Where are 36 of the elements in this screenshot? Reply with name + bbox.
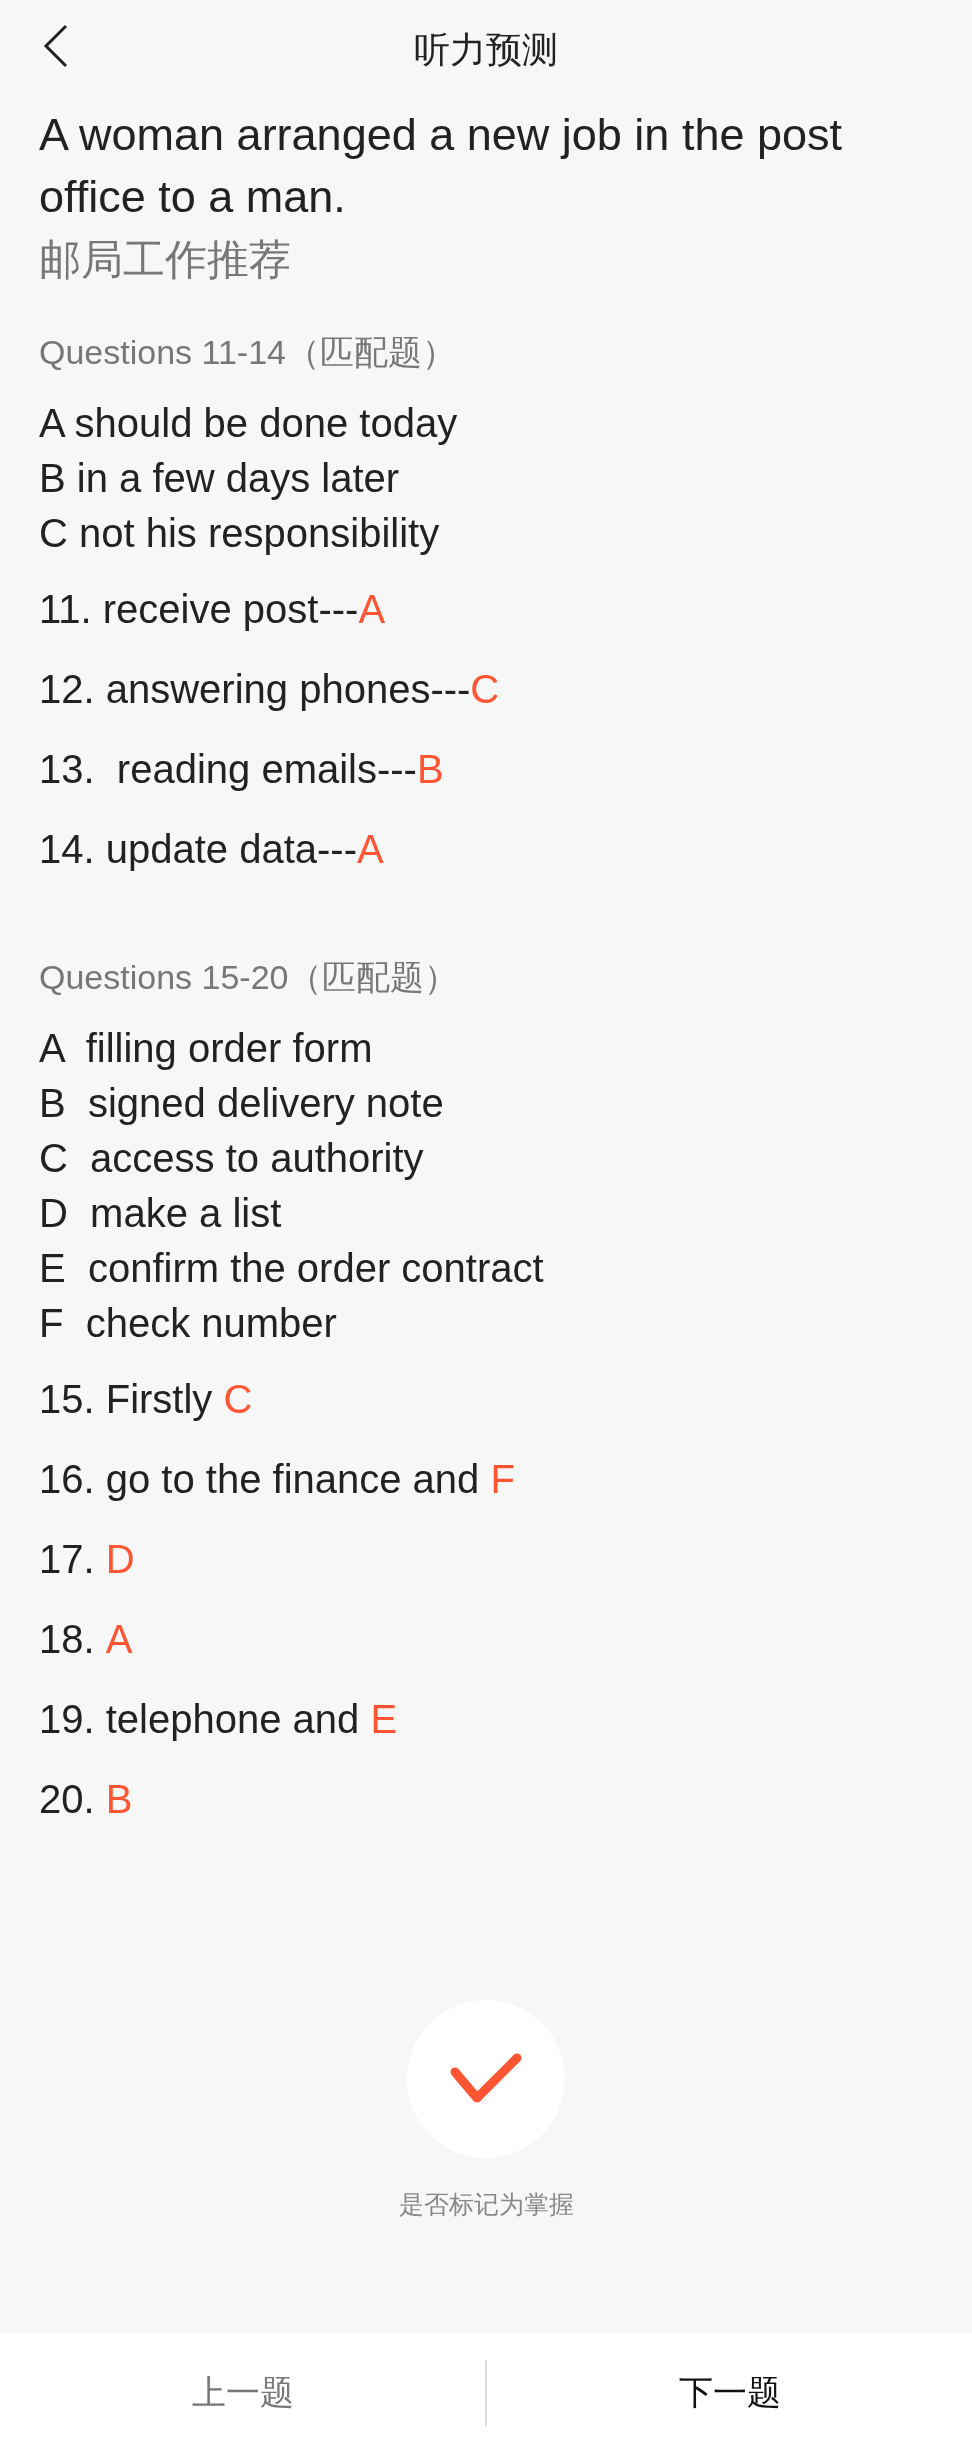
- answer-text: D: [105, 1536, 135, 1583]
- mastered-label: 是否标记为掌握: [398, 2188, 574, 2221]
- option-text: B in a few days later: [39, 455, 401, 502]
- answer-text: A: [358, 586, 386, 633]
- section-heading: Questions 15-20（匹配题）: [39, 957, 460, 998]
- answer-text: C: [223, 1376, 253, 1423]
- option-text: D make a list: [39, 1190, 283, 1237]
- page-title: 听力预测: [414, 28, 558, 72]
- section-heading: Questions 11-14（匹配题）: [39, 332, 457, 373]
- passage-subtitle: 邮局工作推荐: [39, 234, 292, 286]
- option-text: C access to authority: [39, 1135, 425, 1182]
- question-text: 11. receive post---: [39, 586, 359, 633]
- question-text: 20.: [39, 1776, 96, 1823]
- passage-title: A woman arranged a new job in the post office to a man.: [39, 108, 843, 224]
- answer-text: C: [470, 666, 500, 713]
- question-text: 14. update data---: [39, 826, 357, 873]
- answer-text: F: [490, 1456, 515, 1503]
- option-text: E confirm the order contract: [39, 1245, 545, 1292]
- option-text: A filling order form: [39, 1025, 374, 1072]
- question-text: 12. answering phones---: [39, 666, 471, 713]
- option-text: F check number: [39, 1300, 338, 1347]
- option-text: B signed delivery note: [39, 1080, 445, 1127]
- question-text: 15. Firstly: [39, 1376, 214, 1423]
- answer-text: B: [105, 1776, 133, 1823]
- option-text: C not his responsibility: [39, 510, 441, 557]
- answer-text: B: [416, 746, 444, 793]
- question-text: 16. go to the finance and: [39, 1456, 481, 1503]
- question-text: 18.: [39, 1616, 96, 1663]
- answer-text: E: [370, 1696, 398, 1743]
- option-text: A should be done today: [39, 400, 459, 447]
- nav-button[interactable]: 下一题: [670, 2367, 789, 2418]
- question-text: 19. telephone and: [39, 1696, 361, 1743]
- question-text: 17.: [39, 1536, 96, 1583]
- question-text: 13. reading emails---: [39, 746, 417, 793]
- answer-text: A: [357, 826, 384, 873]
- answer-text: A: [105, 1616, 133, 1663]
